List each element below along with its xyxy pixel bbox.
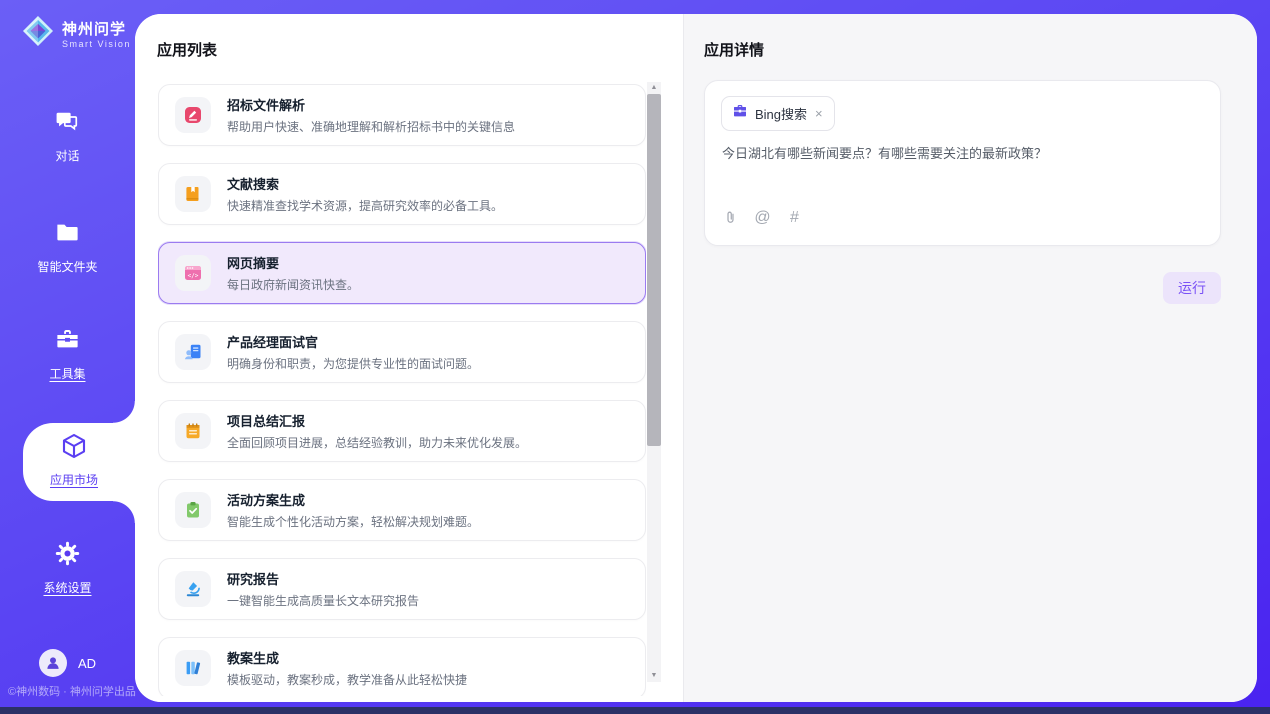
app-card-title: 教案生成 [227,648,467,667]
app-card-2[interactable]: </> 网页摘要每日政府新闻资讯快查。 [158,242,646,304]
app-card-7[interactable]: 教案生成模板驱动，教案秒成，教学准备从此轻松快捷 [158,637,646,696]
sidebar-item-label: 应用市场 [50,471,98,488]
app-card-4[interactable]: 项目总结汇报全面回顾项目进展，总结经验教训，助力未来优化发展。 [158,400,646,462]
app-card-5[interactable]: 活动方案生成智能生成个性化活动方案，轻松解决规划难题。 [158,479,646,541]
sidebar-item-4[interactable]: 系统设置 [0,540,135,596]
app-card-title: 网页摘要 [227,253,359,272]
app-card-6[interactable]: 研究报告一键智能生成高质量长文本研究报告 [158,558,646,620]
sidebar: 神州问学 Smart Vision 对话智能文件夹工具集系统设置 应用市场 AD… [0,0,135,714]
active-nav-bubble: 应用市场 [23,423,135,501]
microscope-icon [175,571,211,607]
bottom-bar [0,707,1270,714]
book-icon [175,176,211,212]
app-list-panel: 应用列表 招标文件解析帮助用户快速、准确地理解和解析招标书中的关键信息文献搜索快… [135,14,683,702]
scroll-down-icon[interactable]: ▼ [647,670,661,682]
app-card-desc: 每日政府新闻资讯快查。 [227,276,359,293]
gear-icon [54,540,81,572]
user-initials: AD [78,656,96,671]
app-card-title: 研究报告 [227,569,419,588]
sidebar-item-label: 系统设置 [43,579,91,596]
app-card-desc: 一键智能生成高质量长文本研究报告 [227,592,419,609]
sidebar-item-label: 对话 [55,147,79,164]
attachment-icon[interactable] [722,209,739,226]
tool-tag-close-icon[interactable]: × [814,106,824,121]
app-card-title: 招标文件解析 [227,95,515,114]
tool-tag-label: Bing搜索 [755,104,807,123]
brand-tagline: Smart Vision [62,39,131,49]
app-list: 招标文件解析帮助用户快速、准确地理解和解析招标书中的关键信息文献搜索快速精准查找… [158,84,646,696]
scrollbar-thumb[interactable] [647,94,661,446]
chat-icon [54,108,81,140]
sidebar-item-app-market[interactable]: 应用市场 [23,431,125,488]
app-card-3[interactable]: 产品经理面试官明确身份和职责，为您提供专业性的面试问题。 [158,321,646,383]
web-summary-icon: </> [175,255,211,291]
interviewer-icon [175,334,211,370]
avatar [39,649,67,677]
scrollbar-track[interactable]: ▲ ▼ [647,82,661,682]
copyright-footer: ©神州数码 · 神州问学出品 [8,683,136,699]
cube-icon [59,431,89,466]
app-card-desc: 全面回顾项目进展，总结经验教训，助力未来优化发展。 [227,434,527,451]
user-icon [44,654,62,672]
app-card-desc: 模板驱动，教案秒成，教学准备从此轻松快捷 [227,671,467,688]
scroll-up-icon[interactable]: ▲ [647,82,661,94]
app-card-1[interactable]: 文献搜索快速精准查找学术资源，提高研究效率的必备工具。 [158,163,646,225]
query-input[interactable]: 今日湖北有哪些新闻要点？有哪些需要关注的最新政策？ [722,144,1200,163]
sidebar-item-1[interactable]: 智能文件夹 [0,219,135,275]
sidebar-item-label: 智能文件夹 [37,258,97,275]
svg-text:</>: </> [188,273,199,280]
app-card-0[interactable]: 招标文件解析帮助用户快速、准确地理解和解析招标书中的关键信息 [158,84,646,146]
folder-icon [54,219,81,251]
app-card-desc: 帮助用户快速、准确地理解和解析招标书中的关键信息 [227,118,515,135]
app-card-desc: 智能生成个性化活动方案，轻松解决规划难题。 [227,513,479,530]
hash-icon[interactable]: # [786,209,803,226]
briefcase-icon [732,103,748,124]
sidebar-item-2[interactable]: 工具集 [0,326,135,382]
brand-logo-icon [20,13,56,54]
brand: 神州问学 Smart Vision [20,13,131,54]
app-card-title: 活动方案生成 [227,490,479,509]
app-card-title: 文献搜索 [227,174,503,193]
composer-toolbar: @# [722,209,803,226]
run-button[interactable]: 运行 [1163,272,1221,304]
toolbox-icon [54,326,81,358]
app-card-desc: 快速精准查找学术资源，提高研究效率的必备工具。 [227,197,503,214]
app-detail-title: 应用详情 [704,39,764,60]
books-icon [175,650,211,686]
brand-name: 神州问学 [62,18,131,39]
app-card-title: 项目总结汇报 [227,411,527,430]
user-account[interactable]: AD [39,649,96,677]
document-edit-icon [175,97,211,133]
prompt-card: Bing搜索 × 今日湖北有哪些新闻要点？有哪些需要关注的最新政策？ @# [704,80,1221,246]
app-list-title: 应用列表 [157,39,217,60]
main-panel: 应用列表 招标文件解析帮助用户快速、准确地理解和解析招标书中的关键信息文献搜索快… [135,14,1257,702]
notepad-icon [175,413,211,449]
app-detail-panel: 应用详情 Bing搜索 × 今日湖北有哪些新闻要点？有哪些需要关注的最新政策？ … [683,14,1257,702]
mention-icon[interactable]: @ [754,209,771,226]
app-card-title: 产品经理面试官 [227,332,479,351]
app-card-desc: 明确身份和职责，为您提供专业性的面试问题。 [227,355,479,372]
tool-tag-bing-search[interactable]: Bing搜索 × [721,96,835,131]
sidebar-item-0[interactable]: 对话 [0,108,135,164]
clipboard-check-icon [175,492,211,528]
sidebar-item-label: 工具集 [49,365,85,382]
